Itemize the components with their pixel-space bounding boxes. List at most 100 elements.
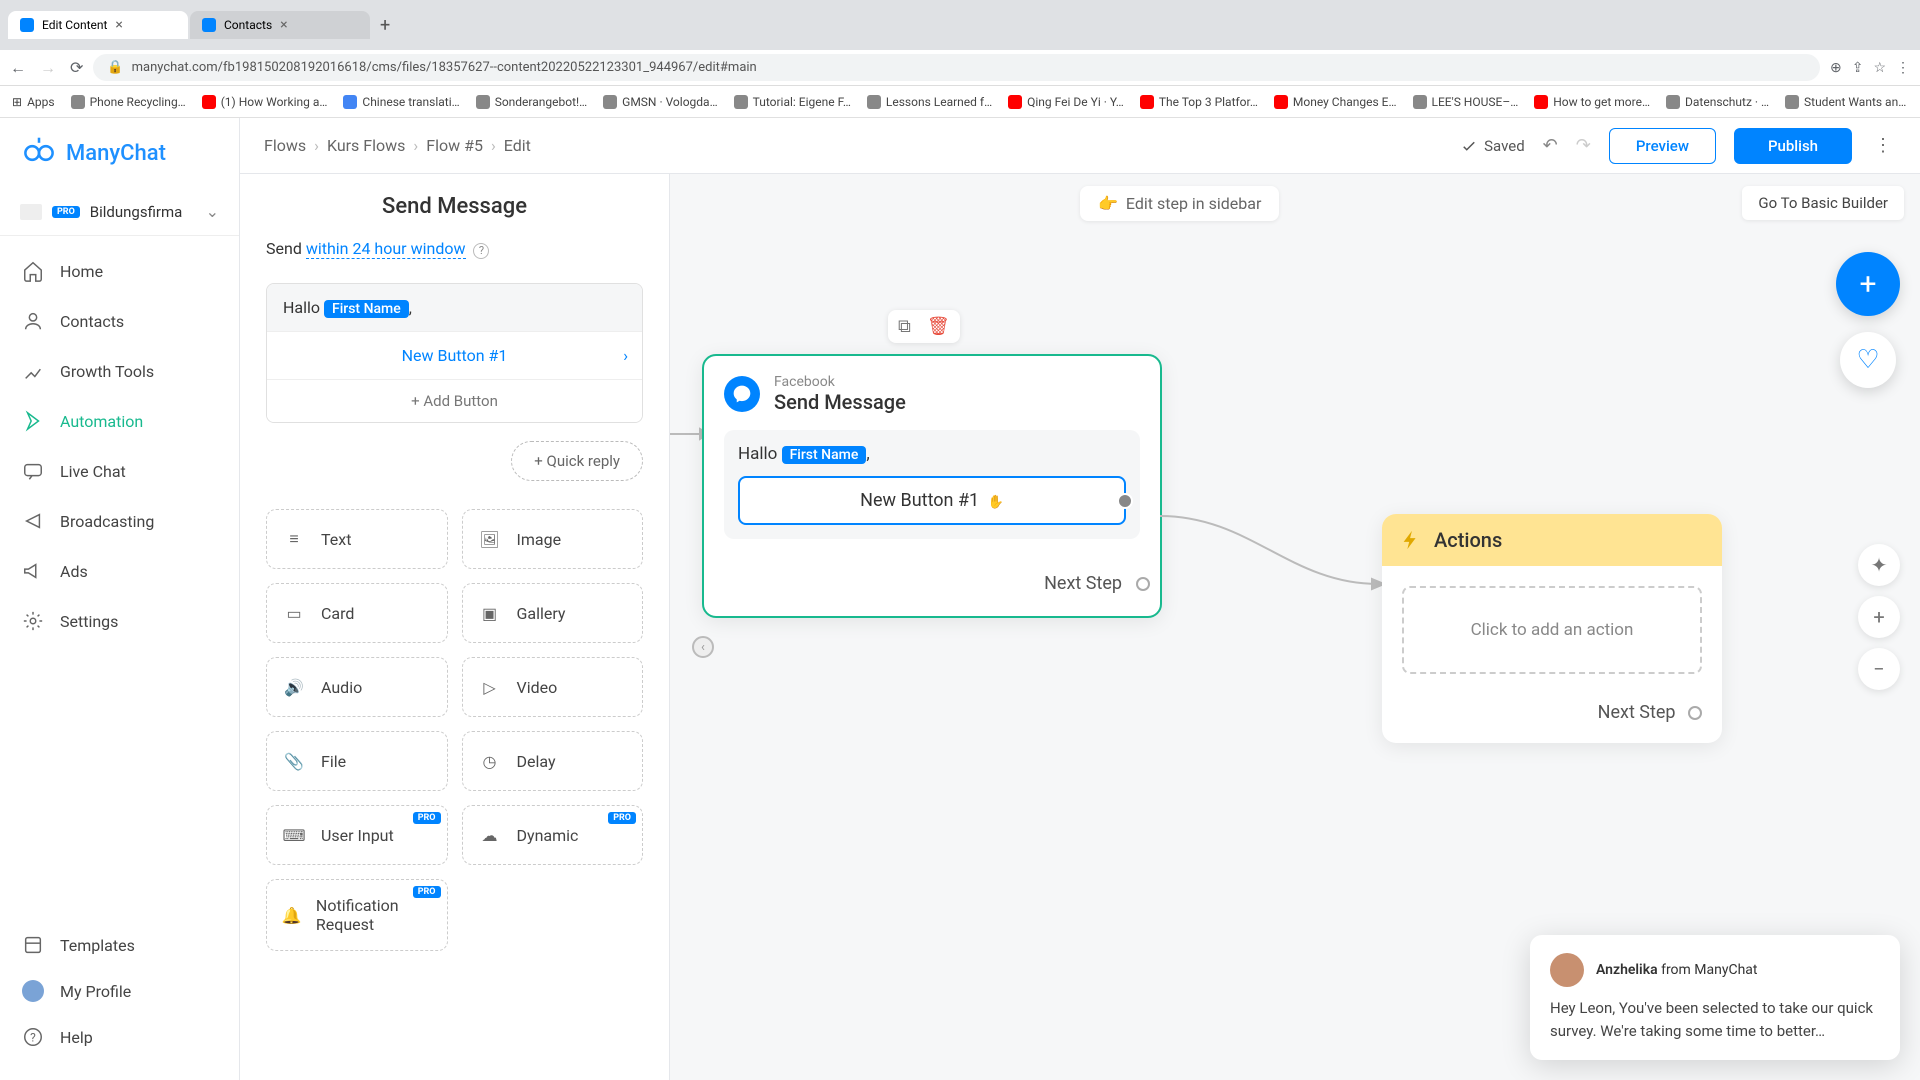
bookmark-item[interactable]: GMSN · Vologda… [603,95,717,109]
bookmark-item[interactable]: ⊞Apps [12,95,55,109]
preview-button[interactable]: Preview [1609,128,1716,164]
share-icon[interactable]: ⇪ [1852,60,1864,76]
url-input[interactable]: 🔒 manychat.com/fb198150208192016618/cms/… [93,54,1820,81]
block-gallery[interactable]: ▣Gallery [462,583,644,643]
bookmark-item[interactable]: Phone Recycling… [71,95,186,109]
duplicate-icon[interactable]: ⧉ [898,316,911,337]
zoom-in-button[interactable]: + [1858,596,1900,638]
nav-templates[interactable]: Templates [0,922,239,968]
go-to-basic-builder[interactable]: Go To Basic Builder [1742,186,1904,220]
close-icon[interactable]: × [115,17,122,33]
connector-port[interactable] [1136,577,1150,591]
bookmark-item[interactable]: How to get more… [1534,95,1650,109]
nav-live-chat[interactable]: Live Chat [0,446,239,496]
send-message-node[interactable]: ‹ Facebook Send Message Hallo First Name… [702,354,1162,618]
actions-node[interactable]: Actions Click to add an action Next Step [1382,514,1722,743]
message-text[interactable]: Hallo First Name, [267,284,642,331]
more-options-icon[interactable]: ⋮ [1870,135,1896,156]
pro-badge: PRO [608,812,636,824]
brand-name: ManyChat [66,141,166,166]
extensions-icon[interactable]: ⋮ [1896,60,1910,76]
next-step[interactable]: Next Step [724,573,1140,594]
bookmark-item[interactable]: LEE'S HOUSE–… [1413,95,1519,109]
browser-tab-inactive[interactable]: Contacts × [190,11,370,39]
add-quick-reply[interactable]: + Quick reply [511,441,643,481]
bookmark-item[interactable]: Money Changes E… [1274,95,1397,109]
block-user-input[interactable]: PRO⌨User Input [266,805,448,865]
send-window-link[interactable]: within 24 hour window [306,239,466,259]
edit-in-sidebar-button[interactable]: 👉 Edit step in sidebar [1080,186,1279,221]
file-icon: 📎 [281,748,307,774]
variable-tag[interactable]: First Name [324,300,409,318]
collapse-handle[interactable]: ‹ [692,636,714,658]
video-icon: ▷ [477,674,503,700]
nav-ads[interactable]: Ads [0,546,239,596]
bookmark-item[interactable]: Lessons Learned f… [867,95,992,109]
node-button[interactable]: New Button #1 ✋ [738,476,1126,525]
breadcrumb-item[interactable]: Flows [264,136,306,155]
close-icon[interactable]: × [280,17,287,33]
help-tooltip-icon[interactable]: ? [473,243,489,259]
message-button[interactable]: New Button #1 › [267,331,642,380]
flow-canvas[interactable]: 👉 Edit step in sidebar Go To Basic Build… [670,174,1920,1080]
add-button[interactable]: + Add Button [267,380,642,422]
zoom-controls: ✦ + − [1858,544,1900,690]
bookmark-item[interactable]: Chinese translati… [343,95,459,109]
block-card[interactable]: ▭Card [266,583,448,643]
bookmark-item[interactable]: Datenschutz · … [1666,95,1769,109]
translate-icon[interactable]: ⊕ [1830,60,1842,76]
bookmark-favicon [734,95,748,109]
topbar: Flows› Kurs Flows› Flow #5› Edit Saved ↶… [240,118,1920,174]
favorite-fab[interactable]: ♡ [1840,332,1896,388]
breadcrumb-item[interactable]: Kurs Flows [327,136,405,155]
chat-notification[interactable]: Anzhelika from ManyChat Hey Leon, You've… [1530,935,1900,1060]
brand-logo[interactable]: ManyChat [0,118,239,188]
bookmark-item[interactable]: The Top 3 Platfor… [1140,95,1258,109]
nav-my-profile[interactable]: My Profile [0,968,239,1014]
block-notification-request[interactable]: PRO🔔Notification Request [266,879,448,951]
nav-contacts[interactable]: Contacts [0,296,239,346]
message-card[interactable]: Hallo First Name, New Button #1 › + Add … [266,283,643,423]
add-step-fab[interactable]: + [1836,252,1900,316]
block-file[interactable]: 📎File [266,731,448,791]
block-image[interactable]: 🖼Image [462,509,644,569]
block-dynamic[interactable]: PRO☁Dynamic [462,805,644,865]
actions-next-step[interactable]: Next Step [1382,694,1722,743]
undo-icon[interactable]: ↶ [1543,135,1558,156]
breadcrumb-item[interactable]: Flow #5 [426,136,483,155]
new-tab-button[interactable]: + [370,15,400,36]
nav-growth-tools[interactable]: Growth Tools [0,346,239,396]
block-text[interactable]: ≡Text [266,509,448,569]
back-icon[interactable]: ← [10,58,26,78]
growth-icon [22,360,44,382]
nav-home[interactable]: Home [0,246,239,296]
block-audio[interactable]: 🔊Audio [266,657,448,717]
delete-icon[interactable]: 🗑 [927,316,950,337]
bookmark-item[interactable]: Student Wants an… [1785,95,1906,109]
bookmark-favicon [202,95,216,109]
bookmark-item[interactable]: Qing Fei De Yi · Y… [1008,95,1124,109]
nav-automation[interactable]: Automation [0,396,239,446]
bookmark-item[interactable]: Tutorial: Eigene F… [734,95,851,109]
nav-help[interactable]: ?Help [0,1014,239,1060]
node-body[interactable]: Hallo First Name, New Button #1 ✋ [724,430,1140,539]
block-video[interactable]: ▷Video [462,657,644,717]
reload-icon[interactable]: ⟳ [70,58,83,78]
add-action-button[interactable]: Click to add an action [1402,586,1702,674]
publish-button[interactable]: Publish [1734,128,1852,164]
star-icon[interactable]: ☆ [1873,60,1886,76]
forward-icon[interactable]: → [40,58,56,78]
nav-broadcasting[interactable]: Broadcasting [0,496,239,546]
zoom-out-button[interactable]: − [1858,648,1900,690]
browser-tab-active[interactable]: Edit Content × [8,11,188,39]
workspace-selector[interactable]: PRO Bildungsfirma ⌄ [0,188,239,236]
delay-icon: ◷ [477,748,503,774]
block-delay[interactable]: ◷Delay [462,731,644,791]
bookmark-item[interactable]: (1) How Working a… [202,95,328,109]
connector-port[interactable] [1117,493,1133,509]
connector-port[interactable] [1688,706,1702,720]
auto-arrange-button[interactable]: ✦ [1858,544,1900,586]
nav-settings[interactable]: Settings [0,596,239,646]
bookmark-item[interactable]: Sonderangebot!… [476,95,587,109]
canvas-fab-group: + ♡ [1836,252,1900,388]
